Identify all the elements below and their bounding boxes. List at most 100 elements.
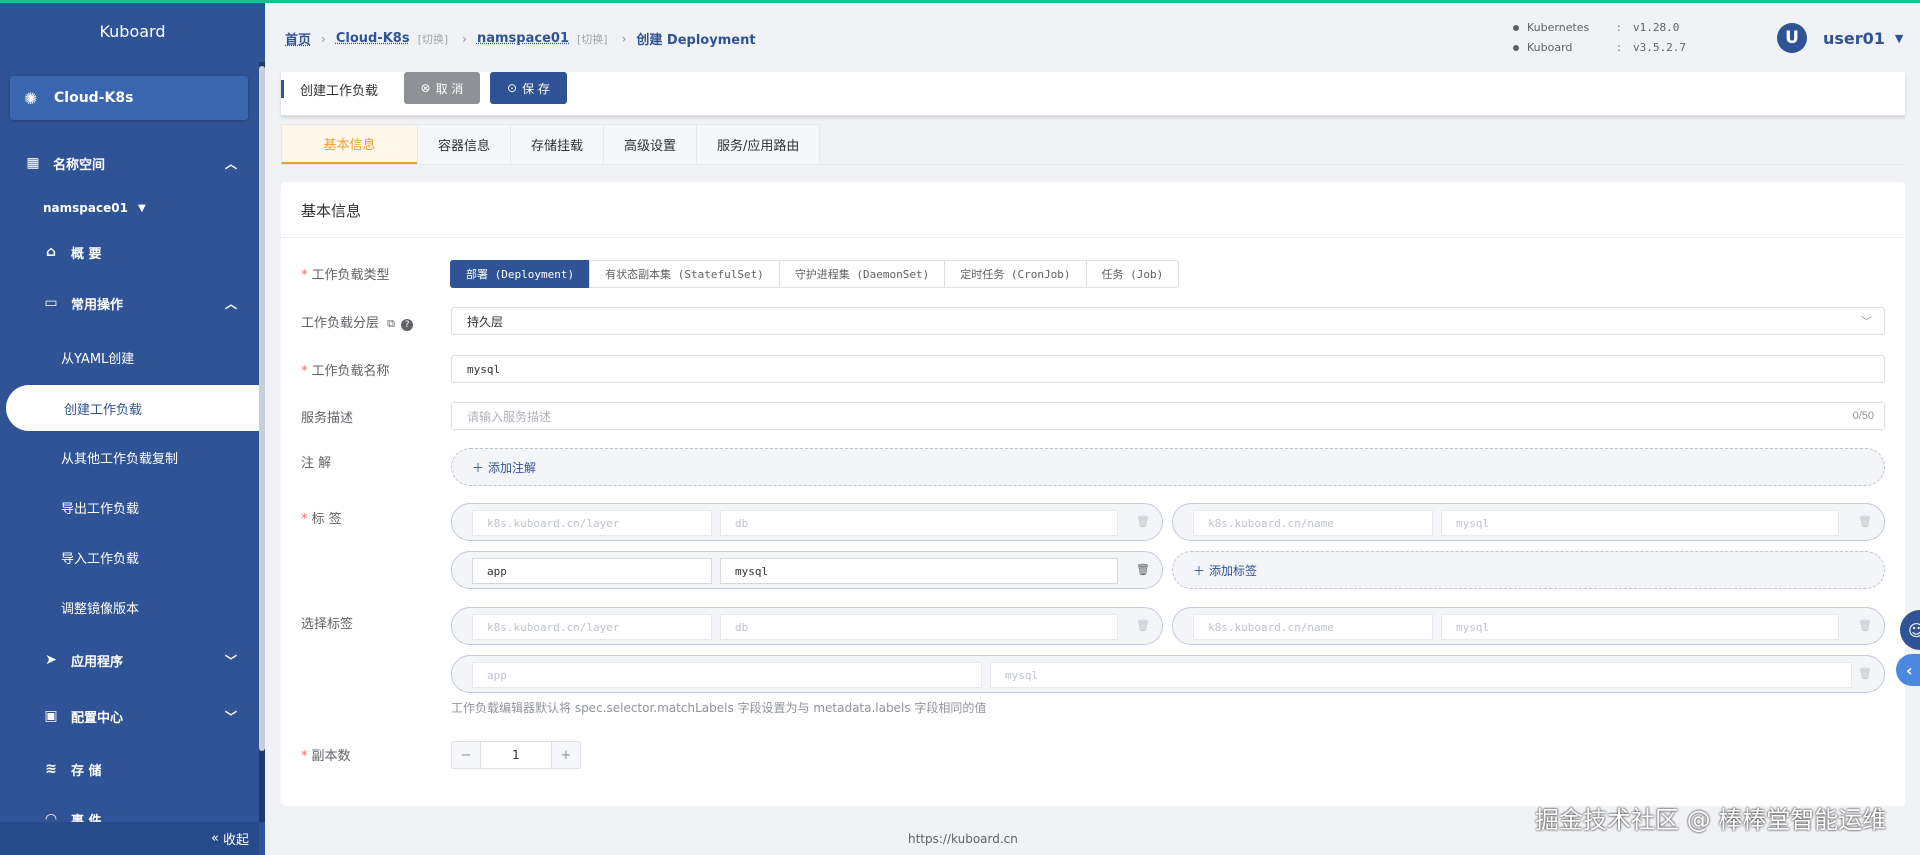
sidebar-item-apps[interactable]: ➤ 应用程序 ﹀ [0,646,259,674]
required-mark: * [301,268,308,283]
version-info: Kubernetes : v1.28.0 Kuboard : v3.5.2.7 [1513,18,1686,58]
description-input[interactable]: 请输入服务描述 0/50 [451,402,1885,430]
sidebar-item-storage[interactable]: ≋ 存 储 [0,755,259,783]
option-daemonset[interactable]: 守护进程集 (DaemonSet) [778,260,946,288]
tab-storage-mount[interactable]: 存储挂载 [510,124,605,164]
selector-key-input[interactable]: k8s.kuboard.cn/name [1193,614,1433,640]
selector-row: app mysql 🗑 [451,655,1885,693]
add-annotation-button[interactable]: ＋ 添加注解 [451,448,1885,486]
replicas-label: * 副本数 [301,745,351,764]
trash-icon[interactable]: 🗑 [1858,667,1872,680]
version-row: Kuboard : v3.5.2.7 [1513,38,1686,58]
add-label-label: 添加标签 [1209,563,1258,578]
label-value-input[interactable]: mysql [1441,510,1839,536]
label-key-input[interactable]: app [472,558,712,584]
version-name: Kubernetes [1527,21,1590,34]
sidebar-item-common-ops[interactable]: ▭ 常用操作 ︿ [0,289,259,317]
trash-icon[interactable]: 🗑 [1858,619,1872,632]
chevron-left-icon[interactable]: ‹ [1896,654,1920,686]
tab-container-info[interactable]: 容器信息 [417,124,512,164]
user-name: user01 [1823,28,1885,48]
workload-layer-select[interactable]: 持久层 ﹀ [451,307,1885,335]
version-value: v1.28.0 [1633,21,1680,34]
cancel-circle-icon: ⊗ [420,81,431,95]
required-mark: * [301,749,308,764]
tab-service-route[interactable]: 服务/应用路由 [696,124,821,164]
increment-button[interactable]: + [552,742,580,768]
save-button[interactable]: ⊙ 保 存 [490,72,567,104]
trash-icon[interactable]: 🗑 [1136,515,1150,528]
selector-key-input[interactable]: k8s.kuboard.cn/layer [472,614,712,640]
sidebar-collapse-button[interactable]: « 收起 [0,822,259,855]
selector-value-input[interactable]: mysql [990,662,1852,688]
trash-icon[interactable]: 🗑 [1858,515,1872,528]
sidebar-item-namespace[interactable]: ▦ 名称空间 ︿ [0,148,259,178]
label-key-input[interactable]: k8s.kuboard.cn/name [1193,510,1433,536]
sidebar-item-overview[interactable]: ⌂ 概 要 [0,238,259,266]
sidebar-item-create-workload[interactable]: 创建工作负载 [6,385,259,431]
option-statefulset[interactable]: 有状态副本集 (StatefulSet) [589,260,780,288]
replicas-value[interactable]: 1 [480,742,552,768]
sidebar-item-copy-workload[interactable]: 从其他工作负载复制 [0,443,259,471]
breadcrumb-current: 创建 Deployment [636,33,756,48]
option-deployment[interactable]: 部署 (Deployment) [450,260,591,288]
top-accent-line [0,0,1920,3]
add-annotation-label: 添加注解 [488,460,537,475]
tab-advanced-settings[interactable]: 高级设置 [603,124,698,164]
chevron-down-icon: ﹀ [224,709,237,724]
option-cronjob[interactable]: 定时任务 (CronJob) [944,260,1087,288]
check-circle-icon: ⊙ [507,81,518,95]
breadcrumb-cluster[interactable]: Cloud-K8s [336,31,410,46]
switch-namespace-link[interactable]: [切换] [577,31,608,47]
bullet-icon [1513,25,1519,31]
selector-key-input[interactable]: app [472,662,982,688]
chevron-up-icon: ︿ [224,156,237,171]
workload-name-value: mysql [467,362,501,376]
trash-icon[interactable]: 🗑 [1136,619,1150,632]
sidebar-item-config[interactable]: ▣ 配置中心 ﹀ [0,702,259,730]
trash-icon[interactable]: 🗑 [1136,563,1150,576]
breadcrumb-home[interactable]: 首页 [285,29,311,48]
selector-value-input[interactable]: mysql [1441,614,1839,640]
footer-link[interactable]: https://kuboard.cn [908,832,1018,846]
label-value-input[interactable]: db [720,510,1118,536]
sidebar-item-export-workload[interactable]: 导出工作负载 [0,493,259,521]
caret-down-icon: ▼ [1894,31,1904,45]
version-colon: : [1617,21,1621,34]
option-job[interactable]: 任务 (Job) [1085,260,1180,288]
sidebar-item-label: 调整镜像版本 [61,601,140,617]
sidebar-item-adjust-image[interactable]: 调整镜像版本 [0,593,259,621]
app-title: Kuboard [99,21,166,41]
sidebar-item-import-workload[interactable]: 导入工作负载 [0,543,259,571]
description-label: 服务描述 [301,411,354,426]
sidebar: Kuboard ✺ Cloud-K8s ▦ 名称空间 ︿ namspace01 … [0,0,265,855]
sidebar-scrollbar-thumb[interactable] [259,66,265,751]
cluster-selector[interactable]: ✺ Cloud-K8s [10,76,248,120]
namespace-name: namspace01 [43,201,128,215]
decrement-button[interactable]: − [452,742,480,768]
sidebar-item-yaml-create[interactable]: 从YAML创建 [0,343,259,371]
workload-name-input[interactable]: mysql [451,355,1885,383]
grid-icon: ▦ [26,155,40,171]
selector-value-input[interactable]: db [720,614,1118,640]
required-mark: * [301,512,308,527]
namespace-selector[interactable]: namspace01 ▼ [0,196,259,220]
plus-icon: ＋ [1193,563,1206,578]
cancel-button[interactable]: ⊗ 取 消 [404,72,480,104]
required-mark: * [301,364,308,379]
double-chevron-left-icon: « [211,831,219,846]
breadcrumb-namespace[interactable]: namspace01 [477,31,569,46]
cluster-name: Cloud-K8s [54,90,134,106]
label-key-input[interactable]: k8s.kuboard.cn/layer [472,510,712,536]
external-link-icon[interactable]: ⧉ [387,317,395,330]
version-colon: : [1617,41,1621,54]
sidebar-item-label: 应用程序 [71,654,124,670]
switch-cluster-link[interactable]: [切换] [418,31,449,47]
help-icon[interactable]: ? [401,319,414,331]
plus-icon: ＋ [472,460,485,475]
add-label-button[interactable]: ＋ 添加标签 [1172,551,1885,589]
tab-basic-info[interactable]: 基本信息 [281,124,418,164]
sidebar-item-label: 导出工作负载 [61,501,140,517]
user-menu[interactable]: U user01 ▼ [1777,23,1903,53]
label-value-input[interactable]: mysql [720,558,1118,584]
